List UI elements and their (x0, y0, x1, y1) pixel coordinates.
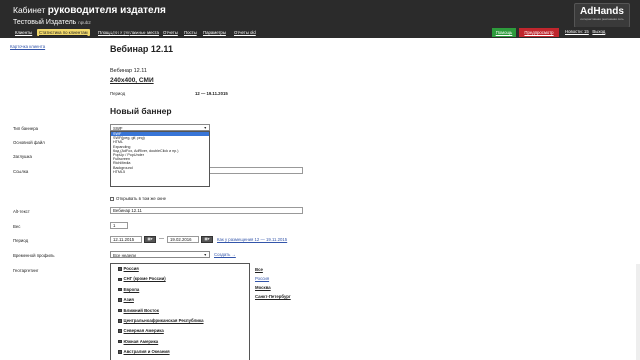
alt-text-input[interactable]: Вебинар 12.11 (110, 207, 303, 214)
geo-quick-links: Все Россия Москва Санкт-Петербург (255, 265, 291, 301)
time-profile-label: Временной профиль (13, 253, 55, 258)
form-period-label: Период (13, 238, 29, 243)
nav-clients[interactable]: Клиенты (13, 29, 34, 36)
period-same-link[interactable]: Как у размещения 12 — 19.11.2015 (217, 237, 287, 242)
checkbox[interactable] (118, 319, 122, 323)
date-to-input[interactable]: 19.02.2016 (167, 236, 199, 243)
geo-label: Геотаргетинг (13, 268, 39, 273)
weight-input[interactable]: 1 (110, 222, 128, 229)
banner-type-select[interactable]: SWF ▼ (110, 124, 210, 131)
create-profile-link[interactable]: Создать → (214, 252, 236, 257)
stub-label: Заглушка (13, 154, 32, 159)
checkbox[interactable] (118, 298, 122, 302)
dropdown-option[interactable]: HTML5 (111, 170, 209, 174)
checkbox[interactable] (118, 339, 122, 344)
exit-link[interactable]: Выход (592, 29, 605, 34)
chevron-down-icon: ▼ (203, 253, 207, 257)
checkbox[interactable] (118, 277, 122, 281)
geo-link-moscow[interactable]: Москва (255, 283, 291, 292)
nav-posts[interactable]: Посты (182, 29, 199, 36)
breadcrumb[interactable]: Карточка клиента (10, 44, 45, 49)
new-banner-title: Новый баннер (110, 106, 172, 116)
banner-type-label: Тип баннера (13, 126, 39, 131)
period-value: 12 — 19.11.2015 (195, 91, 228, 96)
calendar-icon[interactable]: ▦▾ (201, 236, 213, 243)
geo-item[interactable]: Северная Америка (111, 326, 249, 336)
geo-item[interactable]: Южная Америка (111, 337, 249, 347)
help-button[interactable]: Помощь (492, 28, 516, 37)
logo: AdHands интерактивная рекламная сеть (574, 3, 630, 28)
time-profile-select[interactable]: Все недели ▼ (110, 251, 210, 258)
geo-link-all[interactable]: Все (255, 265, 291, 274)
geo-tree: Россия СНГ (кроме России) Европа Азия Бл… (110, 263, 250, 360)
scrollbar[interactable] (636, 264, 640, 360)
nav-old-reports[interactable]: Отчеты old (232, 29, 258, 36)
news-link[interactable]: Новости: 15 Выход (565, 29, 605, 34)
weight-label: Вес (13, 224, 21, 229)
main-file-label: Основной файл (13, 140, 45, 145)
geo-item[interactable]: Европа (111, 285, 249, 295)
calendar-icon[interactable]: ▦▾ (144, 236, 156, 243)
open-window-option[interactable]: Открывать в том же окне (110, 196, 166, 201)
nav-reports[interactable]: Отчеты (161, 29, 180, 36)
checkbox[interactable] (118, 287, 122, 292)
checkbox[interactable] (118, 329, 122, 333)
period-label: Период (110, 91, 126, 96)
banner-type-dropdown: SWF SWF(jpeg, gif, png) HTML Expanding К… (110, 131, 210, 187)
checkbox[interactable] (110, 196, 114, 201)
preview-button[interactable]: Предпросмотр (519, 28, 559, 37)
checkbox[interactable] (118, 308, 122, 313)
alt-label: Alt-текст (13, 209, 30, 214)
nav-client-stats[interactable]: Статистика по клиентам (37, 29, 90, 36)
checkbox[interactable] (118, 350, 122, 354)
banner-size-link[interactable]: 240x400, СМИ (110, 77, 154, 84)
geo-item[interactable]: Ближний Восток (111, 306, 249, 316)
nav-params[interactable]: Параметры (201, 29, 228, 36)
publisher-name: Тестовый Издатель npub2 (13, 19, 91, 26)
geo-item[interactable]: Россия (111, 264, 249, 274)
page-title: Вебинар 12.11 (110, 44, 173, 54)
geo-link-russia[interactable]: Россия (255, 274, 291, 283)
link-input[interactable] (205, 167, 303, 174)
campaign-link[interactable]: Вебинар 12.11 (110, 31, 147, 37)
geo-link-spb[interactable]: Санкт-Петербург (255, 292, 291, 301)
checkbox[interactable] (118, 267, 122, 271)
geo-item[interactable]: Австралия и Океания (111, 347, 249, 357)
geo-item[interactable]: Азия (111, 295, 249, 305)
date-dash: — (159, 236, 164, 242)
geo-item[interactable]: СНГ (кроме России) (111, 274, 249, 284)
link-label: Ссылка (13, 169, 29, 174)
webinar-name: Вебинар 12.11 (110, 68, 147, 74)
app-title: Кабинет руководителя издателя (13, 5, 166, 16)
date-from-input[interactable]: 12.11.2015 (110, 236, 142, 243)
geo-item[interactable]: Центральноафриканская Республика (111, 316, 249, 326)
